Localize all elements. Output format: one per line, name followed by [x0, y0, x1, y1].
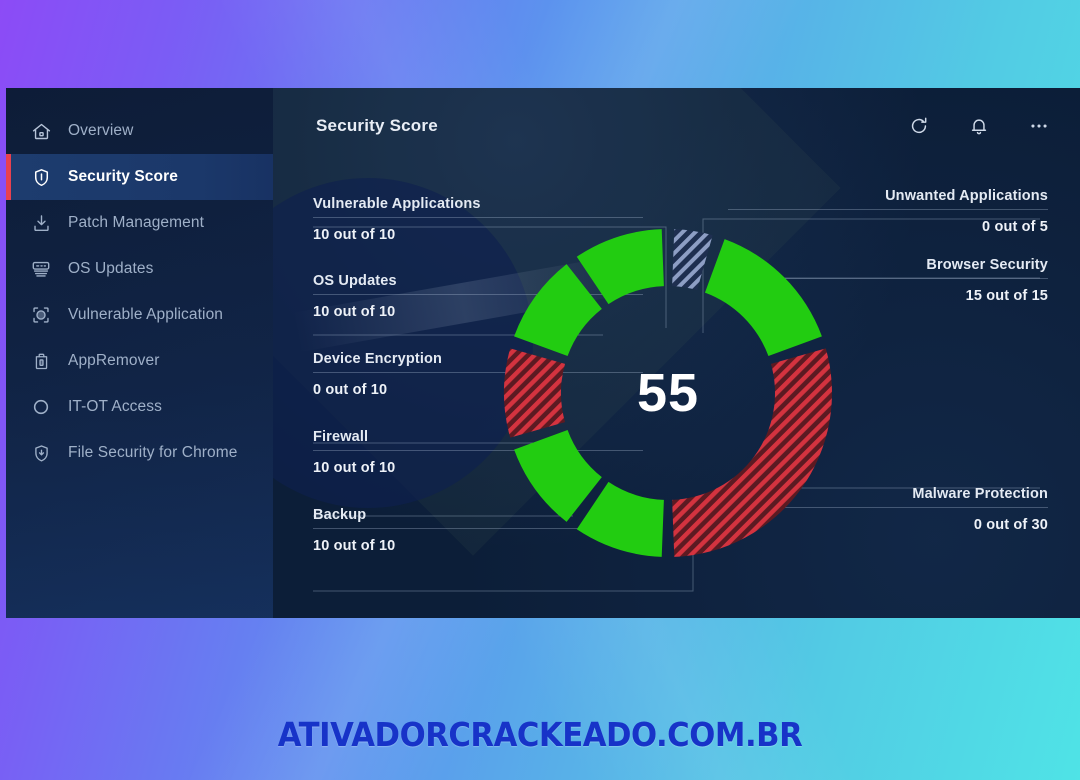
sidebar: Overview Security Score Patch Management	[6, 88, 273, 618]
trash-icon	[28, 348, 54, 374]
scan-target-icon	[28, 302, 54, 328]
home-icon	[28, 118, 54, 144]
sidebar-item-label: Patch Management	[68, 214, 205, 231]
header-actions	[908, 115, 1050, 137]
sidebar-item-os-updates[interactable]: OS Updates	[6, 246, 273, 292]
refresh-icon[interactable]	[908, 115, 930, 137]
stat-rule	[728, 209, 1048, 210]
shield-icon	[28, 164, 54, 190]
stat-label: Vulnerable Applications	[313, 196, 481, 212]
sidebar-item-file-security-for-chrome[interactable]: File Security for Chrome	[6, 430, 273, 476]
application-window: Overview Security Score Patch Management	[6, 88, 1080, 618]
site-watermark: ATIVADORCRACKEADO.COM.BR	[277, 715, 803, 754]
page-title: Security Score	[316, 116, 438, 135]
sidebar-item-overview[interactable]: Overview	[6, 108, 273, 154]
shield-down-icon	[28, 440, 54, 466]
sidebar-item-label: Vulnerable Application	[68, 306, 224, 323]
sidebar-item-label: AppRemover	[68, 352, 160, 369]
content-header: Security Score	[273, 88, 1080, 164]
sidebar-item-patch-management[interactable]: Patch Management	[6, 200, 273, 246]
sidebar-item-label: IT-OT Access	[68, 398, 162, 415]
security-score-donut-chart: 55	[498, 223, 838, 563]
sidebar-item-label: File Security for Chrome	[68, 444, 238, 461]
active-accent-bar	[6, 154, 11, 200]
stat-rule	[313, 217, 643, 218]
server-icon	[28, 256, 54, 282]
circle-icon	[28, 394, 54, 420]
sidebar-item-it-ot-access[interactable]: IT-OT Access	[6, 384, 273, 430]
more-options-icon[interactable]	[1028, 115, 1050, 137]
stat-label: Unwanted Applications	[885, 188, 1048, 204]
notifications-icon[interactable]	[968, 115, 990, 137]
sidebar-item-vulnerable-application[interactable]: Vulnerable Application	[6, 292, 273, 338]
sidebar-item-label: Security Score	[68, 168, 178, 185]
main-content: Security Score Vulnerable Applications 1…	[105, 88, 1080, 618]
sidebar-item-appremover[interactable]: AppRemover	[6, 338, 273, 384]
security-score-value: 55	[636, 363, 700, 423]
sidebar-item-label: Overview	[68, 122, 134, 139]
download-icon	[28, 210, 54, 236]
sidebar-item-label: OS Updates	[68, 260, 154, 277]
sidebar-item-security-score[interactable]: Security Score	[6, 154, 273, 200]
